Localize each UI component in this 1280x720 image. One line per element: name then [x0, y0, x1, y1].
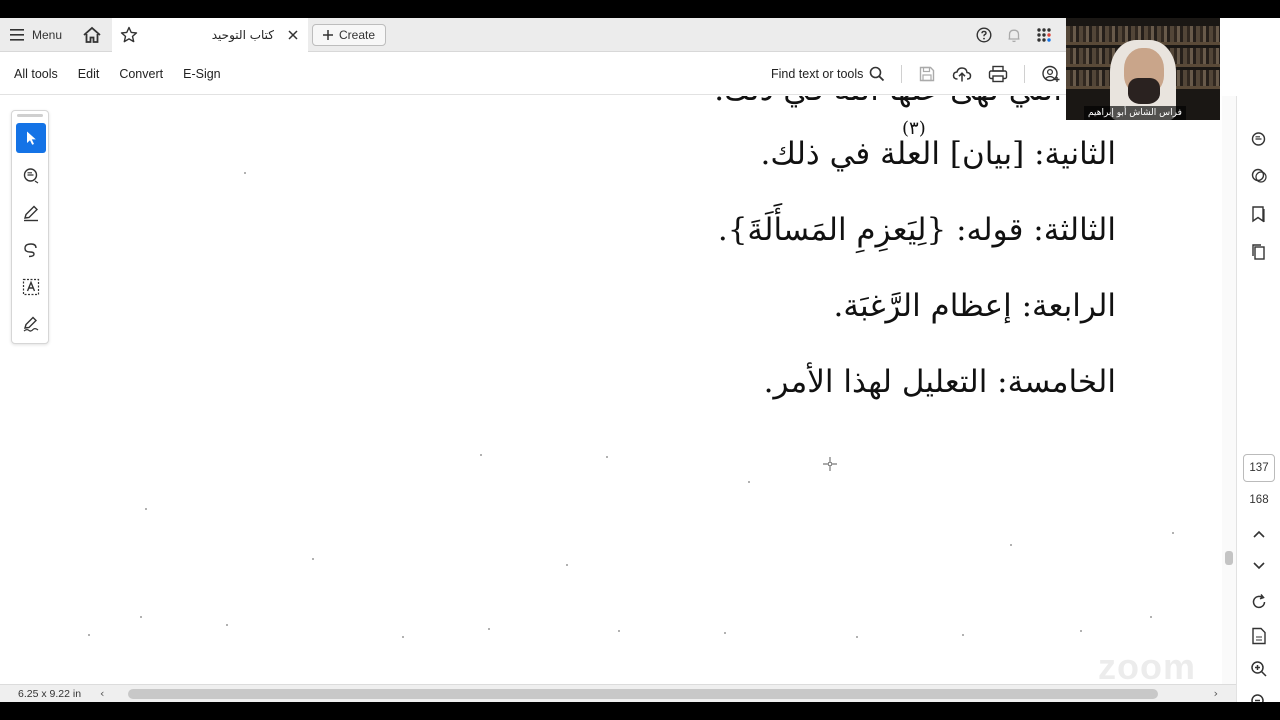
- star-icon: [120, 26, 138, 43]
- scroll-left-arrow-icon[interactable]: ‹: [100, 685, 104, 702]
- zoom-watermark: zoom: [1098, 646, 1196, 687]
- tool-palette: [11, 110, 49, 344]
- horizontal-scroll-thumb[interactable]: [128, 689, 1158, 699]
- tab-bar: Menu كتاب التوحيد Create: [0, 18, 1066, 52]
- palette-grip[interactable]: [17, 114, 43, 117]
- comment-icon: [23, 168, 39, 184]
- next-page-button[interactable]: [1249, 556, 1269, 576]
- share-user-icon[interactable]: [1041, 65, 1061, 83]
- find-label: Find text or tools: [771, 67, 864, 81]
- print-icon[interactable]: [988, 65, 1008, 83]
- zoom-in-button[interactable]: [1249, 659, 1269, 679]
- document-line: الرابعة: إعظام الرَّغبَة.: [833, 288, 1116, 324]
- draw-tool-button[interactable]: [16, 235, 46, 265]
- plus-icon: [323, 30, 333, 40]
- favorite-button[interactable]: [120, 18, 138, 52]
- webcam-video-overlay: فراس الشاش أبو إبراهيم: [1066, 18, 1220, 120]
- document-page[interactable]: التي نهى عنها الله في ذلك. (٣) الثانية: …: [0, 96, 1222, 684]
- create-button[interactable]: Create: [312, 24, 387, 46]
- crosshair-cursor-icon: [823, 457, 837, 471]
- previous-page-button[interactable]: [1249, 524, 1269, 544]
- vertical-scroll-thumb[interactable]: [1225, 551, 1233, 565]
- chevron-up-icon: [1253, 530, 1265, 538]
- menu-label: Menu: [32, 28, 63, 42]
- chat-icon: [1251, 132, 1266, 146]
- document-line: الثانية: [بيان] العلة في ذلك.: [760, 136, 1117, 172]
- help-icon[interactable]: [976, 27, 992, 43]
- toolbar-edit[interactable]: Edit: [78, 67, 100, 81]
- apps-grid-icon[interactable]: [1036, 27, 1052, 43]
- document-line: التي نهى عنها الله في ذلك.: [714, 96, 1062, 108]
- vertical-scrollbar[interactable]: [1222, 96, 1236, 684]
- speaker-beard: [1128, 78, 1160, 104]
- copy-pages-icon: [1252, 244, 1265, 260]
- search-icon: [870, 66, 885, 82]
- text-box-icon: [22, 278, 40, 296]
- document-line: الثالثة: قوله: {لِيَعزِمِ المَسأَلَةَ}.: [717, 212, 1116, 248]
- bell-icon[interactable]: [1006, 27, 1022, 43]
- toolbar-menu: All tools Edit Convert E-Sign: [14, 53, 221, 95]
- right-rail: 137 168: [1236, 96, 1280, 702]
- rotate-button[interactable]: [1249, 592, 1269, 612]
- horizontal-scrollbar[interactable]: ‹ ›: [96, 685, 1222, 702]
- arrow-cursor-icon: [27, 131, 36, 145]
- zoom-out-icon: [1251, 694, 1264, 702]
- toolbar-e-sign[interactable]: E-Sign: [183, 67, 221, 81]
- document-tab-title: كتاب التوحيد: [211, 28, 274, 42]
- text-tool-button[interactable]: [16, 272, 46, 302]
- zoom-in-icon: [1251, 661, 1267, 677]
- comment-tool-button[interactable]: [16, 161, 46, 191]
- layers-comment-icon: [1251, 168, 1267, 183]
- total-pages: 168: [1249, 494, 1269, 506]
- rail-comments-button[interactable]: [1249, 130, 1269, 150]
- zoom-out-button[interactable]: [1249, 692, 1269, 702]
- create-label: Create: [339, 28, 376, 42]
- select-tool-button[interactable]: [16, 123, 46, 153]
- rail-bookmarks-button[interactable]: [1249, 204, 1269, 224]
- scroll-right-arrow-icon[interactable]: ›: [1214, 685, 1218, 702]
- page-size-readout: 6.25 x 9.22 in: [18, 688, 82, 700]
- status-bar: 6.25 x 9.22 in ‹ ›: [0, 684, 1236, 702]
- bookmark-icon: [1252, 206, 1265, 223]
- chevron-down-icon: [1253, 562, 1265, 570]
- tab-document[interactable]: كتاب التوحيد: [112, 18, 308, 52]
- current-page-field[interactable]: 137: [1243, 454, 1275, 482]
- document-icon: [1252, 627, 1266, 645]
- sign-tool-button[interactable]: [16, 309, 46, 339]
- hamburger-icon: [10, 29, 24, 41]
- menu-button[interactable]: Menu: [10, 18, 62, 52]
- toolbar-divider: [1024, 65, 1026, 83]
- find-tools-button[interactable]: Find text or tools: [771, 66, 885, 82]
- toolbar-right: Find text or tools: [771, 53, 1061, 95]
- rail-pages-button[interactable]: [1249, 242, 1269, 262]
- toolbar-all-tools[interactable]: All tools: [14, 67, 58, 81]
- signature-pen-icon: [23, 316, 39, 332]
- close-icon[interactable]: [288, 30, 298, 40]
- rail-layers-button[interactable]: [1249, 166, 1269, 186]
- tabbar-right-icons: [976, 18, 1052, 52]
- home-button[interactable]: [82, 18, 102, 52]
- cloud-upload-icon[interactable]: [952, 65, 972, 83]
- toolbar-convert[interactable]: Convert: [119, 67, 163, 81]
- page-info-button[interactable]: [1249, 626, 1269, 646]
- document-line: الخامسة: التعليل لهذا الأمر.: [763, 364, 1116, 400]
- highlight-tool-button[interactable]: [16, 198, 46, 228]
- pdf-viewer-window: Menu كتاب التوحيد Create All tools Edit …: [0, 18, 1280, 702]
- command-toolbar: All tools Edit Convert E-Sign Find text …: [0, 53, 1066, 95]
- toolbar-divider: [901, 65, 903, 83]
- pen-icon: [24, 205, 38, 222]
- participant-name-label: فراس الشاش أبو إبراهيم: [1084, 106, 1186, 120]
- lasso-icon: [24, 243, 37, 258]
- rotate-icon: [1252, 594, 1266, 609]
- save-icon[interactable]: [918, 65, 936, 83]
- home-icon: [83, 26, 101, 43]
